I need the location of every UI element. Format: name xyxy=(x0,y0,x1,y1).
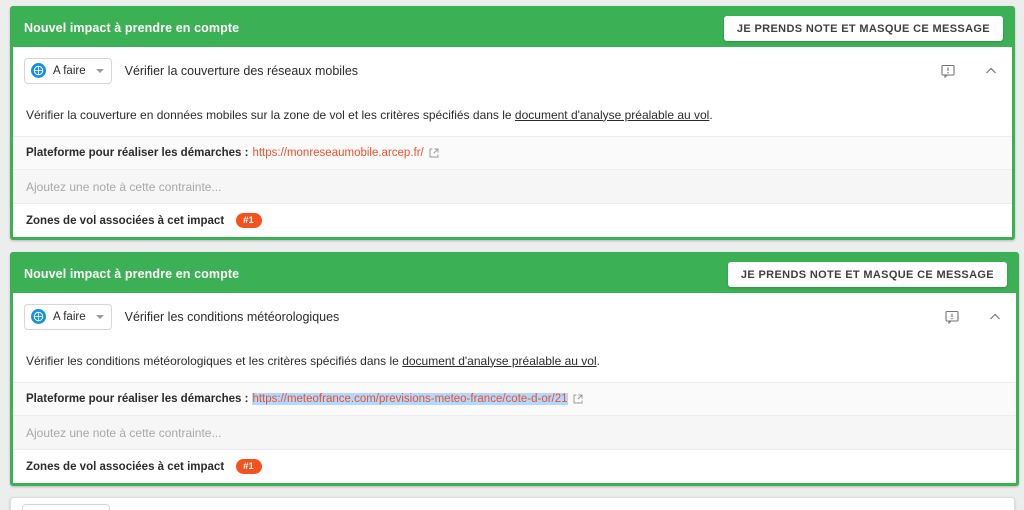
page-root: Nouvel impact à prendre en compte JE PRE… xyxy=(0,0,1024,510)
acknowledge-button[interactable]: JE PRENDS NOTE ET MASQUE CE MESSAGE xyxy=(723,15,1003,41)
impact-banner: Nouvel impact à prendre en compte JE PRE… xyxy=(13,9,1012,47)
platform-label: Plateforme pour réaliser les démarches : xyxy=(26,393,249,405)
status-label: A faire xyxy=(53,310,86,323)
status-dropdown[interactable]: A faire xyxy=(24,303,112,330)
chevron-down-icon xyxy=(95,68,104,73)
impact-card-3: A faire Notifier autorités et partenaire… xyxy=(10,497,1015,510)
task-actions xyxy=(941,64,998,78)
platform-label: Plateforme pour réaliser les démarches : xyxy=(26,147,249,159)
analysis-document-link[interactable]: document d'analyse préalable au vol xyxy=(402,354,596,368)
description-before: Vérifier les conditions météorologiques … xyxy=(26,353,403,368)
note-row[interactable]: Ajoutez une note à cette contrainte... xyxy=(13,415,1016,449)
note-placeholder: Ajoutez une note à cette contrainte... xyxy=(26,425,222,440)
status-dropdown[interactable]: A faire xyxy=(24,57,112,84)
zones-label: Zones de vol associées à cet impact xyxy=(26,214,225,227)
description-before: Vérifier la couverture en données mobile… xyxy=(26,107,515,122)
banner-message: Nouvel impact à prendre en compte xyxy=(24,21,240,35)
external-link-icon[interactable] xyxy=(573,394,583,404)
platform-url-link[interactable]: https://monreseaumobile.arcep.fr/ xyxy=(252,147,423,159)
platform-url-link[interactable]: https://meteofrance.com/previsions-meteo… xyxy=(252,393,568,405)
description-text: Vérifier les conditions météorologiques … xyxy=(26,353,600,370)
description-after: . xyxy=(596,353,600,368)
note-placeholder: Ajoutez une note à cette contrainte... xyxy=(26,179,222,194)
task-title: Vérifier les conditions météorologiques xyxy=(124,309,340,324)
external-link-icon[interactable] xyxy=(429,148,439,158)
impact-card-2: Nouvel impact à prendre en compte JE PRE… xyxy=(10,252,1019,486)
description-row: Vérifier la couverture en données mobile… xyxy=(13,94,1012,136)
banner-message: Nouvel impact à prendre en compte xyxy=(24,267,240,281)
description-text: Vérifier la couverture en données mobile… xyxy=(26,107,713,124)
platform-row: Plateforme pour réaliser les démarches :… xyxy=(13,136,1012,169)
chevron-down-icon xyxy=(95,314,104,319)
chevron-up-icon[interactable] xyxy=(984,64,998,78)
comment-icon[interactable] xyxy=(941,64,955,78)
impact-card-1: Nouvel impact à prendre en compte JE PRE… xyxy=(10,6,1015,240)
impact-banner: Nouvel impact à prendre en compte JE PRE… xyxy=(13,255,1016,293)
zones-row[interactable]: Zones de vol associées à cet impact #1 xyxy=(13,203,1012,237)
task-header-row: A faire Vérifier les conditions météorol… xyxy=(13,293,1016,340)
task-header-row: A faire Vérifier la couverture des résea… xyxy=(13,47,1012,94)
status-circle-icon xyxy=(31,63,46,78)
comment-icon[interactable] xyxy=(945,310,959,324)
zones-count-badge: #1 xyxy=(236,458,262,475)
chevron-up-icon[interactable] xyxy=(988,310,1002,324)
task-title: Vérifier la couverture des réseaux mobil… xyxy=(124,63,359,78)
status-dropdown[interactable]: A faire xyxy=(22,504,110,510)
status-label: A faire xyxy=(53,64,86,77)
zones-label: Zones de vol associées à cet impact xyxy=(26,460,225,473)
description-row: Vérifier les conditions météorologiques … xyxy=(13,340,1016,382)
zones-count-badge: #1 xyxy=(236,212,262,229)
acknowledge-button[interactable]: JE PRENDS NOTE ET MASQUE CE MESSAGE xyxy=(727,261,1007,287)
note-row[interactable]: Ajoutez une note à cette contrainte... xyxy=(13,169,1012,203)
platform-row: Plateforme pour réaliser les démarches :… xyxy=(13,382,1016,415)
task-header-row: A faire Notifier autorités et partenaire… xyxy=(11,498,1014,510)
description-after: . xyxy=(709,107,713,122)
zones-row[interactable]: Zones de vol associées à cet impact #1 xyxy=(13,449,1016,483)
task-actions xyxy=(945,310,1002,324)
analysis-document-link[interactable]: document d'analyse préalable au vol xyxy=(515,108,709,122)
status-circle-icon xyxy=(31,309,46,324)
